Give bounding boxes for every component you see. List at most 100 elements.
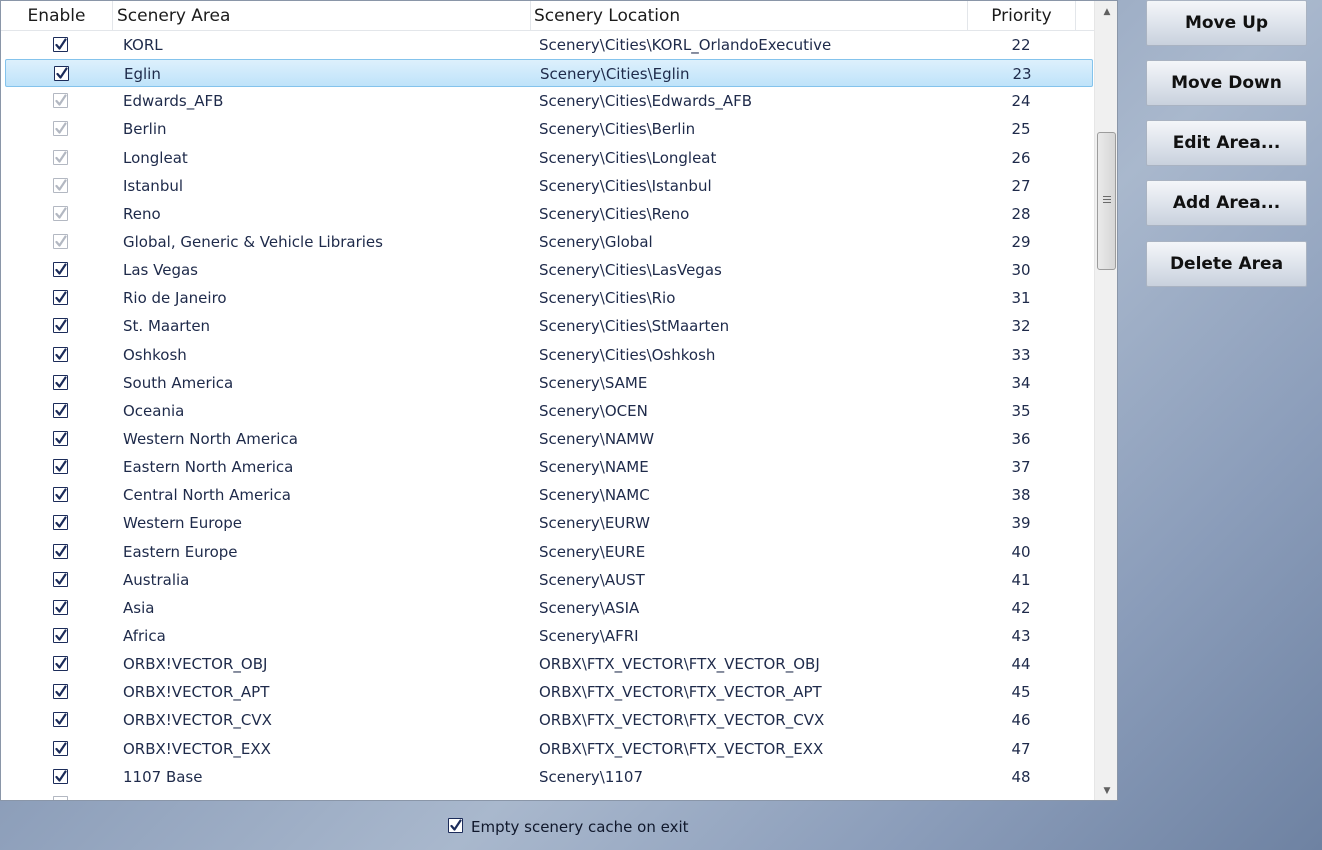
table-row[interactable]: Africa Scenery\AFRI 43: [1, 622, 1095, 650]
row-enable-checkbox[interactable]: [53, 684, 68, 700]
row-enable-checkbox[interactable]: [53, 374, 68, 390]
table-row[interactable]: Rio de Janeiro Scenery\Cities\Rio 31: [1, 284, 1095, 312]
column-header-scenery-location[interactable]: Scenery Location: [531, 1, 968, 31]
row-enable-cell: [53, 172, 71, 200]
row-scenery-location: Scenery\Cities\Longleat: [539, 148, 717, 167]
table-row[interactable]: Eglin Scenery\Cities\Eglin 23: [5, 59, 1093, 88]
checkmark-icon: [56, 67, 68, 79]
table-row[interactable]: Oceania Scenery\OCEN 35: [1, 397, 1095, 425]
checkmark-icon: [55, 38, 67, 50]
move-down-button[interactable]: Move Down: [1146, 60, 1307, 106]
row-scenery-area: 1107 Base: [123, 767, 203, 786]
row-scenery-area: Longleat: [123, 148, 188, 167]
row-enable-checkbox[interactable]: [53, 627, 68, 643]
row-enable-checkbox[interactable]: [53, 656, 68, 672]
table-row[interactable]: 1107 Base Scenery\1107 48: [1, 763, 1095, 791]
row-enable-checkbox[interactable]: [53, 599, 68, 615]
row-enable-checkbox[interactable]: [53, 712, 68, 728]
table-row[interactable]: Western North America Scenery\NAMW 36: [1, 425, 1095, 453]
row-enable-checkbox[interactable]: [53, 177, 68, 193]
row-enable-checkbox[interactable]: [53, 233, 68, 249]
table-row[interactable]: Las Vegas Scenery\Cities\LasVegas 30: [1, 256, 1095, 284]
checkmark-icon: [55, 122, 67, 135]
row-enable-checkbox[interactable]: [53, 571, 68, 587]
table-row[interactable]: Australia Scenery\AUST 41: [1, 566, 1095, 594]
row-enable-checkbox[interactable]: [53, 121, 68, 137]
row-enable-checkbox[interactable]: [53, 149, 68, 165]
row-enable-checkbox[interactable]: [53, 543, 68, 559]
row-enable-cell: [53, 622, 71, 650]
row-enable-cell: [53, 256, 71, 284]
table-row[interactable]: Reno Scenery\Cities\Reno 28: [1, 200, 1095, 228]
edit-area-button[interactable]: Edit Area...: [1146, 120, 1307, 166]
checkmark-icon: [55, 657, 67, 669]
table-row[interactable]: South America Scenery\SAME 34: [1, 369, 1095, 397]
table-row[interactable]: Eastern Europe Scenery\EURE 40: [1, 538, 1095, 566]
row-scenery-area: Las Vegas: [123, 261, 198, 280]
row-enable-checkbox[interactable]: [53, 430, 68, 446]
row-scenery-area: Oceania: [123, 401, 185, 420]
table-row[interactable]: Berlin Scenery\Cities\Berlin 25: [1, 115, 1095, 143]
row-enable-checkbox[interactable]: [53, 459, 68, 475]
table-row[interactable]: ORBX!VECTOR_CVX ORBX\FTX_VECTOR\FTX_VECTO…: [1, 706, 1095, 734]
table-row[interactable]: Oshkosh Scenery\Cities\Oshkosh 33: [1, 341, 1095, 369]
row-enable-cell: [53, 397, 71, 425]
row-enable-cell: [53, 706, 71, 734]
checkmark-icon: [55, 516, 67, 528]
row-enable-checkbox[interactable]: [53, 487, 68, 503]
row-enable-checkbox[interactable]: [53, 262, 68, 278]
row-priority: 36: [1011, 429, 1031, 448]
table-row[interactable]: Central North America Scenery\NAMC 38: [1, 481, 1095, 509]
row-enable-checkbox[interactable]: [53, 290, 68, 306]
row-scenery-location: ORBX\FTX_VECTOR\FTX_VECTOR_OBJ: [539, 655, 820, 674]
row-enable-checkbox[interactable]: [53, 402, 68, 418]
empty-cache-checkbox[interactable]: [448, 818, 463, 833]
row-enable-checkbox[interactable]: [53, 205, 68, 221]
column-header-priority[interactable]: Priority: [968, 1, 1076, 31]
row-scenery-location: ORBX\FTX_VECTOR\FTX_VECTOR_APT: [539, 683, 822, 702]
table-row[interactable]: St. Maarten Scenery\Cities\StMaarten 32: [1, 312, 1095, 340]
row-scenery-location: Scenery\ASIA: [539, 598, 640, 617]
table-row[interactable]: Eastern North America Scenery\NAME 37: [1, 453, 1095, 481]
row-scenery-area: ORBX!VECTOR_OBJ: [123, 655, 268, 674]
row-enable-checkbox[interactable]: [53, 768, 68, 784]
row-priority: 43: [1011, 626, 1031, 645]
scenery-list[interactable]: Enable Scenery Area Scenery Location Pri…: [0, 0, 1118, 801]
table-row[interactable]: Istanbul Scenery\Cities\Istanbul 27: [1, 172, 1095, 200]
table-row[interactable]: Longleat Scenery\Cities\Longleat 26: [1, 144, 1095, 172]
row-priority: 46: [1011, 711, 1031, 730]
table-row[interactable]: Global, Generic & Vehicle Libraries Scene…: [1, 228, 1095, 256]
column-header-enable[interactable]: Enable: [1, 1, 113, 31]
delete-area-button[interactable]: Delete Area: [1146, 241, 1307, 287]
vertical-scrollbar[interactable]: ▲ ▼: [1094, 1, 1117, 800]
checkmark-icon: [55, 319, 67, 332]
row-scenery-location: Scenery\EURW: [539, 514, 650, 533]
move-up-button[interactable]: Move Up: [1146, 0, 1307, 46]
table-row[interactable]: KORL Scenery\Cities\KORL_OrlandoExecutive…: [1, 31, 1095, 59]
row-enable-checkbox[interactable]: [53, 318, 68, 334]
row-enable-checkbox[interactable]: [53, 740, 68, 756]
table-row[interactable]: ORBX!VECTOR_OBJ ORBX\FTX_VECTOR\FTX_VECTO…: [1, 650, 1095, 678]
row-enable-checkbox[interactable]: [53, 346, 68, 362]
row-enable-checkbox[interactable]: [53, 93, 68, 109]
row-enable-checkbox[interactable]: [53, 796, 68, 800]
row-enable-cell: [54, 60, 72, 88]
table-row[interactable]: Edwards_AFB Scenery\Cities\Edwards_AFB 24: [1, 87, 1095, 115]
row-enable-cell: [53, 228, 71, 256]
scroll-down-arrow-icon[interactable]: ▼: [1095, 780, 1117, 800]
row-scenery-location: Scenery\1107: [539, 767, 644, 786]
table-row[interactable]: ORBX!VECTOR_EXX ORBX\FTX_VECTOR\FTX_VECTO…: [1, 735, 1095, 763]
scroll-up-arrow-icon[interactable]: ▲: [1095, 1, 1117, 23]
row-scenery-location: Scenery\OCEN: [539, 401, 648, 420]
scrollbar-thumb[interactable]: [1097, 132, 1116, 270]
table-row[interactable]: Western Europe Scenery\EURW 39: [1, 509, 1095, 537]
row-enable-checkbox[interactable]: [53, 515, 68, 531]
column-header-scenery-area[interactable]: Scenery Area: [113, 1, 531, 31]
table-row[interactable]: Asia Scenery\ASIA 42: [1, 594, 1095, 622]
add-area-button[interactable]: Add Area...: [1146, 180, 1307, 226]
row-enable-cell: [53, 735, 71, 763]
row-enable-checkbox[interactable]: [53, 37, 68, 52]
row-priority: 33: [1011, 345, 1031, 364]
table-row[interactable]: ORBX!VECTOR_APT ORBX\FTX_VECTOR\FTX_VECTO…: [1, 678, 1095, 706]
row-enable-checkbox[interactable]: [54, 66, 69, 82]
